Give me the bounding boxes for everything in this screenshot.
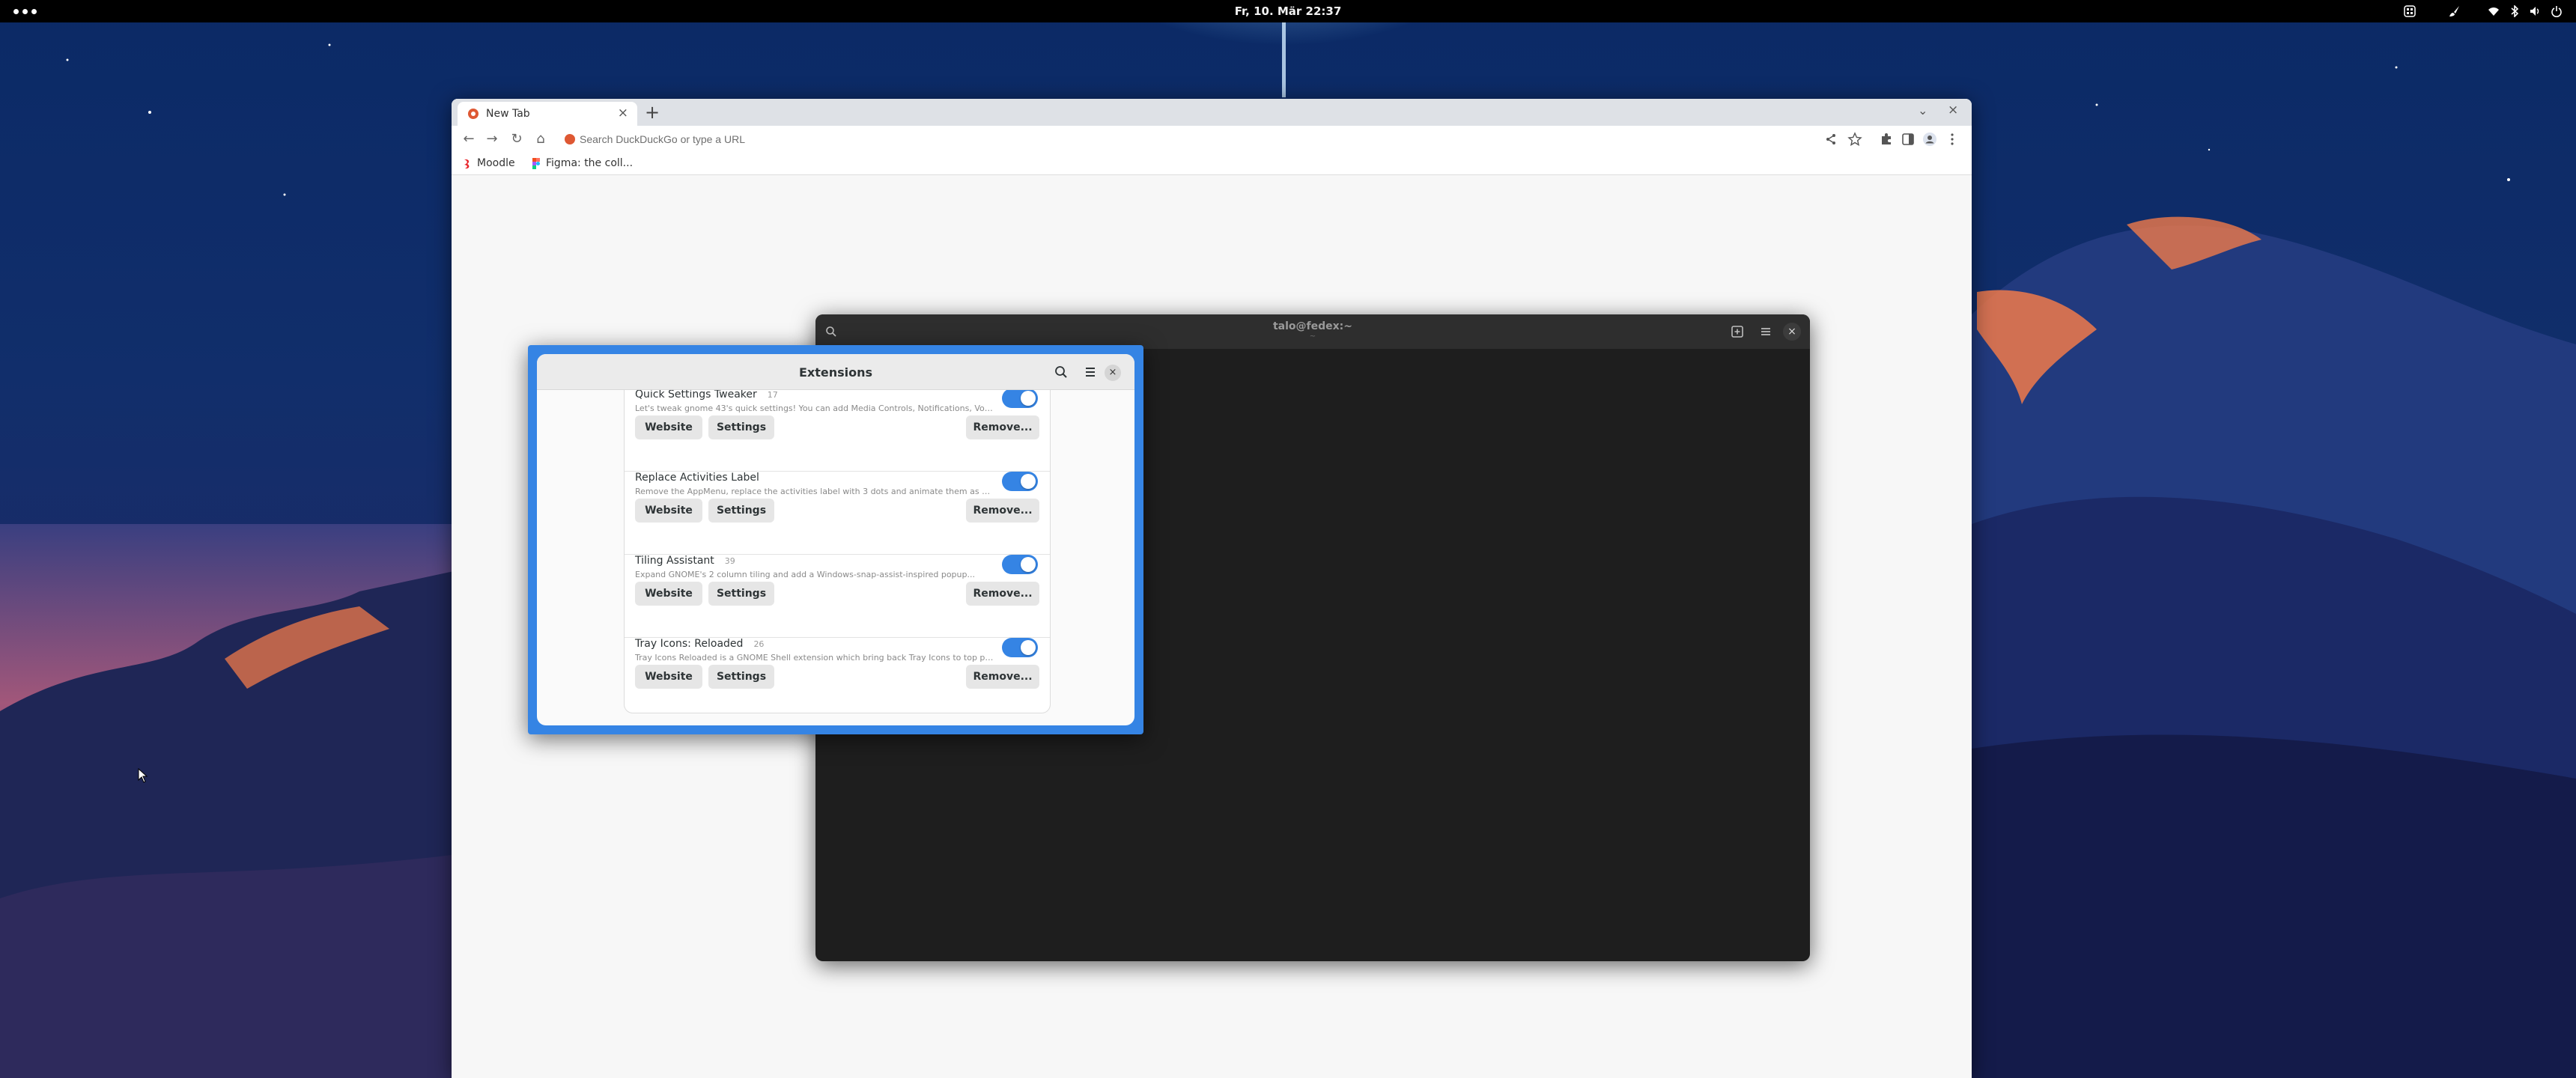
- extension-toggle[interactable]: [1002, 390, 1038, 408]
- list-item: Tray Icons: Reloaded 26 Tray Icons Reload…: [625, 638, 1050, 713]
- close-icon[interactable]: ×: [1105, 365, 1121, 381]
- settings-button[interactable]: Settings: [708, 415, 774, 439]
- settings-button[interactable]: Settings: [708, 499, 774, 523]
- extension-description: Remove the AppMenu, replace the activiti…: [635, 487, 994, 496]
- moodle-icon: [464, 159, 470, 169]
- website-button[interactable]: Website: [635, 665, 702, 689]
- hamburger-menu-icon[interactable]: [1080, 362, 1101, 383]
- extension-name: Quick Settings Tweaker: [635, 390, 757, 401]
- extension-name: Tiling Assistant: [635, 555, 714, 567]
- toggle-knob: [1021, 557, 1036, 572]
- extension-version: 39: [724, 556, 735, 566]
- reload-icon[interactable]: ↻: [508, 131, 525, 147]
- extension-toggle[interactable]: [1002, 638, 1038, 657]
- star-icon[interactable]: [1847, 132, 1862, 147]
- extension-version: 26: [753, 639, 765, 649]
- close-icon[interactable]: ×: [1783, 323, 1801, 341]
- menu-kebab-icon[interactable]: [1945, 132, 1960, 147]
- extension-name: Tray Icons: Reloaded: [635, 638, 744, 650]
- address-input[interactable]: [580, 130, 1815, 148]
- remove-button[interactable]: Remove...: [966, 499, 1039, 523]
- tab-new-tab[interactable]: New Tab ×: [458, 102, 637, 126]
- address-bar[interactable]: [557, 129, 1830, 150]
- remove-button[interactable]: Remove...: [966, 665, 1039, 689]
- terminal-title: talo@fedex:~: [1272, 320, 1353, 332]
- volume-icon[interactable]: [2530, 5, 2542, 17]
- new-tab-icon[interactable]: [1729, 323, 1746, 340]
- toggle-knob: [1021, 391, 1036, 406]
- new-tab-button[interactable]: +: [645, 102, 660, 123]
- settings-button[interactable]: Settings: [708, 665, 774, 689]
- duckduckgo-icon: [565, 134, 575, 144]
- bluetooth-icon[interactable]: [2509, 5, 2521, 17]
- website-button[interactable]: Website: [635, 499, 702, 523]
- extensions-window-frame: Extensions × Quick Settings Tweaker 17 Le…: [528, 345, 1143, 734]
- extension-description: Tray Icons Reloaded is a GNOME Shell ext…: [635, 653, 994, 663]
- tab-title: New Tab: [486, 108, 530, 120]
- remove-button[interactable]: Remove...: [966, 415, 1039, 439]
- profile-avatar-icon[interactable]: [1922, 132, 1937, 147]
- extension-description: Expand GNOME's 2 column tiling and add a…: [635, 570, 975, 579]
- website-button[interactable]: Website: [635, 415, 702, 439]
- search-icon[interactable]: [1051, 362, 1072, 383]
- bookmarks-bar: Moodle Figma: the coll...: [452, 153, 1972, 175]
- hamburger-menu-icon[interactable]: [1758, 323, 1774, 340]
- list-item: Replace Activities Label Remove the AppM…: [625, 472, 1050, 555]
- list-item: Quick Settings Tweaker 17 Let's tweak gno…: [625, 390, 1050, 472]
- list-item: Tiling Assistant 39 Expand GNOME's 2 colu…: [625, 555, 1050, 638]
- remove-button[interactable]: Remove...: [966, 582, 1039, 606]
- mouse-cursor-icon: [138, 768, 148, 783]
- terminal-subtitle: ~: [1309, 332, 1316, 341]
- side-panel-icon[interactable]: [1901, 132, 1916, 147]
- share-icon[interactable]: [1823, 132, 1838, 147]
- clock[interactable]: Fr, 10. Mär 22:37: [1235, 4, 1342, 18]
- toggle-knob: [1021, 640, 1036, 655]
- extension-description: Let's tweak gnome 43's quick settings! Y…: [635, 404, 994, 413]
- browser-toolbar: ← → ↻ ⌂: [452, 126, 1972, 153]
- settings-button[interactable]: Settings: [708, 582, 774, 606]
- window-title: Extensions: [798, 365, 873, 380]
- brush-icon[interactable]: [2449, 5, 2461, 17]
- wifi-icon[interactable]: [2488, 5, 2500, 17]
- extension-toggle[interactable]: [1002, 555, 1038, 574]
- top-bar: Fr, 10. Mär 22:37: [0, 0, 2576, 22]
- window-close-icon[interactable]: ×: [1948, 103, 1958, 118]
- home-icon[interactable]: ⌂: [532, 131, 549, 147]
- extension-toggle[interactable]: [1002, 472, 1038, 491]
- duckduckgo-icon: [468, 109, 479, 119]
- terminal-header-bar: talo@fedex:~ ~ ×: [815, 314, 1810, 349]
- power-icon[interactable]: [2551, 5, 2563, 17]
- figma-icon: [532, 158, 540, 169]
- extension-version: 17: [767, 390, 778, 400]
- toggle-knob: [1021, 474, 1036, 489]
- extensions-header-bar: Extensions ×: [537, 354, 1134, 390]
- chevron-down-icon[interactable]: ⌄: [1918, 103, 1928, 118]
- forward-icon[interactable]: →: [484, 131, 500, 147]
- extension-name: Replace Activities Label: [635, 472, 759, 484]
- extensions-list: Quick Settings Tweaker 17 Let's tweak gno…: [624, 390, 1051, 713]
- extensions-window: Extensions × Quick Settings Tweaker 17 Le…: [537, 354, 1134, 725]
- extensions-icon[interactable]: [1879, 132, 1894, 147]
- grid-icon[interactable]: [2404, 5, 2416, 17]
- back-icon[interactable]: ←: [461, 131, 477, 147]
- tab-close-icon[interactable]: ×: [618, 106, 628, 121]
- tab-strip: New Tab × + ⌄ ×: [452, 99, 1972, 126]
- website-button[interactable]: Website: [635, 582, 702, 606]
